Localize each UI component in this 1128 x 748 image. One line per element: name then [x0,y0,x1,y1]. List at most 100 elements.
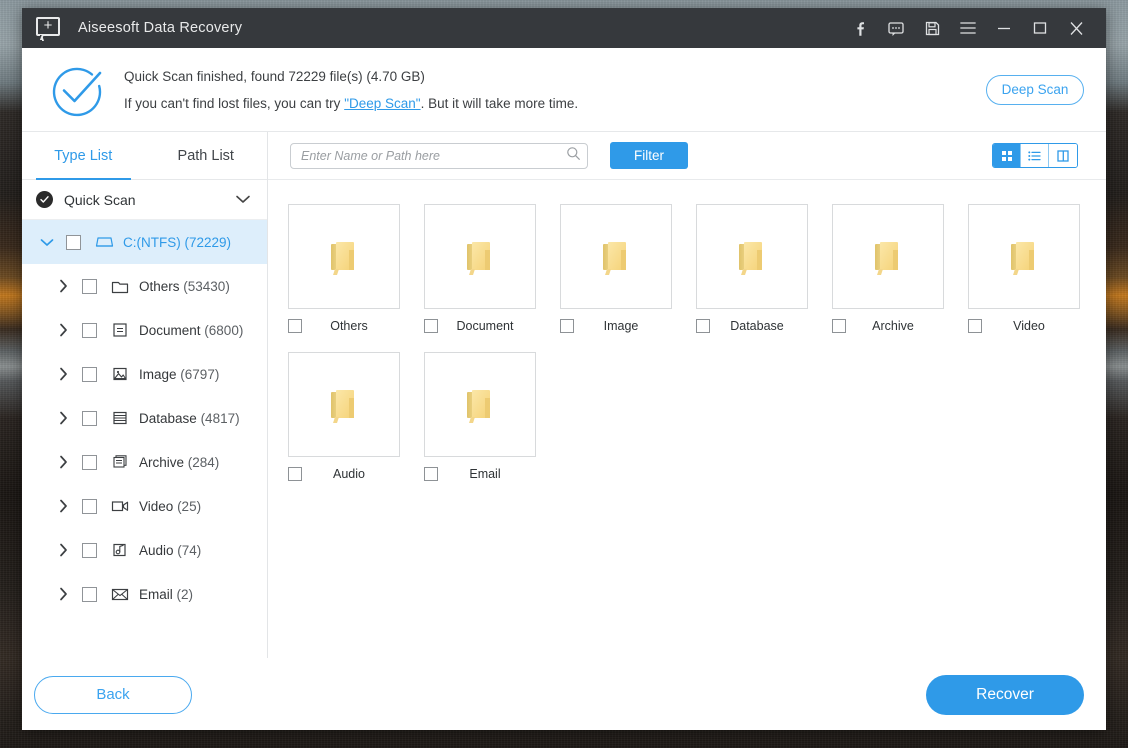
chevron-right-icon[interactable] [52,499,74,513]
chevron-right-icon[interactable] [52,367,74,381]
folder-icon [603,241,629,275]
deep-scan-button[interactable]: Deep Scan [986,74,1084,105]
search-icon[interactable] [566,146,581,166]
tree-row-video[interactable]: Video (25) [22,484,267,528]
tree-label-others: Others (53430) [139,278,230,294]
scan-hint-suffix: . But it will take more time. [420,95,579,111]
tree-row-drive[interactable]: C:(NTFS) (72229) [22,220,267,264]
chevron-right-icon[interactable] [52,411,74,425]
close-icon[interactable] [1058,8,1094,48]
minimize-icon[interactable] [986,8,1022,48]
grid-tile: Image [560,204,696,333]
grid-tile-label: Email [469,467,501,481]
scan-result-text: Quick Scan finished, found 72229 file(s)… [124,68,425,84]
checkbox-others[interactable] [82,278,97,294]
tree-row-others[interactable]: Others (53430) [22,264,267,308]
tree-row-audio[interactable]: Audio (74) [22,528,267,572]
chevron-right-icon[interactable] [52,587,74,601]
document-icon [109,320,131,340]
chevron-down-icon[interactable] [36,238,58,247]
grid-tile: Archive [832,204,968,333]
folder-icon [467,241,493,275]
folder-icon [331,389,357,423]
checkbox-archive[interactable] [82,454,97,470]
scan-status-banner: Quick Scan finished, found 72229 file(s)… [22,48,1106,132]
chevron-right-icon[interactable] [52,323,74,337]
circle-check-icon [48,61,116,119]
grid-tile-label: Document [456,319,514,333]
checkbox-video[interactable] [82,498,97,514]
grid-tile-thumbnail[interactable] [696,204,808,309]
grid-tile-checkbox[interactable] [424,319,438,333]
folder-icon [467,389,493,423]
application-window: + Aiseesoft Data Recovery Quick Scan fin… [22,8,1106,730]
grid-tile-checkbox[interactable] [424,467,438,481]
scan-mode-row[interactable]: Quick Scan [22,180,267,220]
tree-label-archive: Archive (284) [139,454,220,470]
check-circle-filled-icon [36,191,53,208]
chevron-right-icon[interactable] [52,543,74,557]
grid-tile-thumbnail[interactable] [424,204,536,309]
grid-tile-thumbnail[interactable] [968,204,1080,309]
grid-tile-thumbnail[interactable] [832,204,944,309]
grid-tile-checkbox[interactable] [968,319,982,333]
folder-icon [109,276,131,296]
feedback-icon[interactable] [878,8,914,48]
grid-tile-thumbnail[interactable] [560,204,672,309]
grid-tile-label: Archive [872,319,914,333]
scan-hint-prefix: If you can't find lost files, you can tr… [124,95,345,111]
tree-label-email: Email (2) [139,586,194,602]
grid-tile-footer: Document [424,319,536,333]
grid-tile-checkbox[interactable] [696,319,710,333]
save-register-icon[interactable] [914,8,950,48]
recover-button[interactable]: Recover [926,674,1084,715]
folder-icon [739,241,765,275]
back-button[interactable]: Back [34,675,192,714]
maximize-icon[interactable] [1022,8,1058,48]
grid-tile-footer: Image [560,319,672,333]
database-icon [109,408,131,428]
facebook-icon[interactable] [842,8,878,48]
list-view-icon[interactable] [1021,144,1049,167]
checkbox-image[interactable] [82,366,97,382]
grid-tile: Email [424,352,560,481]
grid-tile-checkbox[interactable] [560,319,574,333]
grid-tile-label: Audio [333,467,365,481]
grid-tile-checkbox[interactable] [288,319,302,333]
deep-scan-link[interactable]: "Deep Scan" [344,96,420,111]
checkbox-document[interactable] [82,322,97,338]
grid-tile-label: Database [730,319,784,333]
tree-label-audio: Audio (74) [139,542,202,558]
tree-row-database[interactable]: Database (4817) [22,396,267,440]
grid-tile-footer: Database [696,319,808,333]
grid-tile-thumbnail[interactable] [288,352,400,457]
grid-tile-checkbox[interactable] [832,319,846,333]
filter-button[interactable]: Filter [610,142,688,169]
tree-row-archive[interactable]: Archive (284) [22,440,267,484]
grid-tile-label: Video [1013,319,1045,333]
grid-tile: Database [696,204,832,333]
tab-path-list[interactable]: Path List [145,132,268,179]
search-input[interactable] [301,148,566,163]
grid-tile-thumbnail[interactable] [424,352,536,457]
search-box[interactable] [290,142,588,169]
grid-tile-checkbox[interactable] [288,467,302,481]
menu-icon[interactable] [950,8,986,48]
tree-row-image[interactable]: Image (6797) [22,352,267,396]
grid-view-icon[interactable] [993,144,1021,167]
image-icon [109,364,131,384]
chevron-right-icon[interactable] [52,279,74,293]
grid-tile-thumbnail[interactable] [288,204,400,309]
tree-row-email[interactable]: Email (2) [22,572,267,616]
tree-row-document[interactable]: Document (6800) [22,308,267,352]
checkbox-database[interactable] [82,410,97,426]
checkbox-audio[interactable] [82,542,97,558]
checkbox-email[interactable] [82,586,97,602]
chevron-right-icon[interactable] [52,455,74,469]
tree-label-database: Database (4817) [139,410,240,426]
detail-view-icon[interactable] [1049,144,1077,167]
tab-type-list[interactable]: Type List [22,132,145,180]
chevron-down-icon[interactable] [235,191,251,209]
checkbox-drive[interactable] [66,234,81,250]
grid-tile-footer: Video [968,319,1080,333]
